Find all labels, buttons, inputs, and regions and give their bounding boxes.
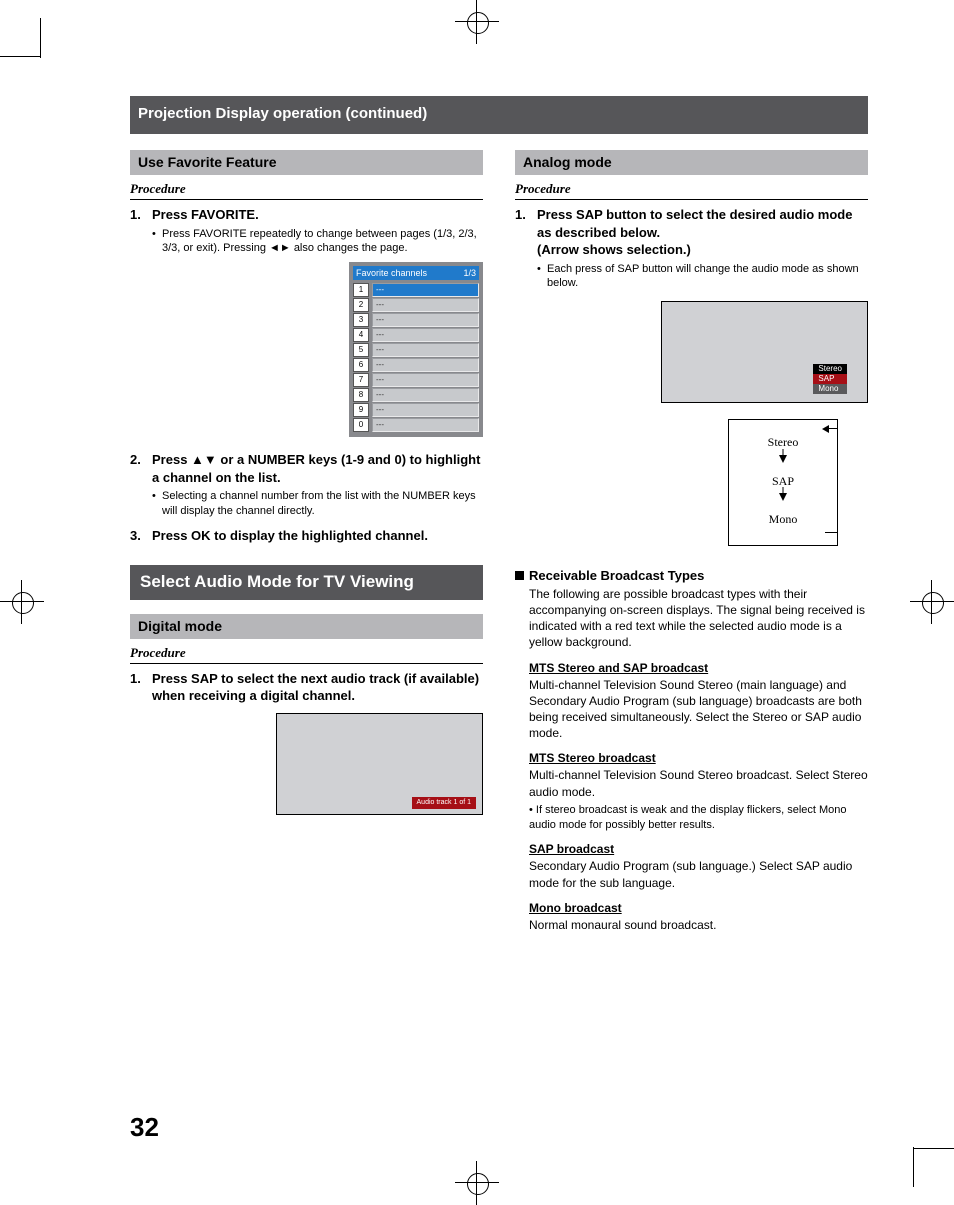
arrow-down-icon — [739, 455, 827, 469]
digital-heading: Digital mode — [130, 614, 483, 639]
audio-section-title: Select Audio Mode for TV Viewing — [130, 565, 483, 600]
favorite-heading: Use Favorite Feature — [130, 150, 483, 175]
audio-track-badge: Audio track 1 of 1 — [412, 797, 476, 808]
step-1-note: Press FAVORITE repeatedly to change betw… — [152, 227, 483, 257]
page-number: 32 — [130, 1112, 159, 1143]
broadcast-item-title: Mono broadcast — [529, 901, 868, 915]
analog-osd: Stereo SAP Mono — [661, 301, 868, 403]
step-2-title: Press ▲▼ or a NUMBER keys (1-9 and 0) to… — [152, 452, 480, 485]
arrow-down-icon — [739, 493, 827, 507]
procedure-label: Procedure — [130, 181, 483, 200]
square-bullet-icon — [515, 571, 524, 580]
osd-mode-mono: Mono — [813, 384, 847, 394]
broadcast-intro: The following are possible broadcast typ… — [529, 586, 868, 651]
broadcast-item-title: SAP broadcast — [529, 842, 868, 856]
digital-step-1: Press SAP to select the next audio track… — [152, 671, 479, 704]
broadcast-types-heading: Receivable Broadcast Types — [515, 568, 868, 583]
flow-mono: Mono — [739, 511, 827, 527]
broadcast-item-text: Normal monaural sound broadcast. — [529, 917, 868, 933]
step-2-note: Selecting a channel number from the list… — [152, 489, 483, 519]
broadcast-item-title: MTS Stereo broadcast — [529, 751, 868, 765]
favorite-channels-osd: Favorite channels 1/3 1--- 2--- 3--- 4--… — [349, 262, 483, 437]
page-header: Projection Display operation (continued) — [130, 96, 868, 134]
step-3-title: Press OK to display the highlighted chan… — [152, 528, 428, 543]
broadcast-item-text: Multi-channel Television Sound Stereo br… — [529, 767, 868, 832]
step-1-title: Press FAVORITE. — [152, 207, 259, 222]
osd-mode-sap: SAP — [813, 374, 847, 384]
broadcast-item-text: Secondary Audio Program (sub language.) … — [529, 858, 868, 890]
digital-osd: Audio track 1 of 1 — [276, 713, 483, 815]
analog-step-1: Press SAP button to select the desired a… — [537, 207, 852, 257]
broadcast-item-title: MTS Stereo and SAP broadcast — [529, 661, 868, 675]
procedure-label: Procedure — [515, 181, 868, 200]
broadcast-item-text: Multi-channel Television Sound Stereo (m… — [529, 677, 868, 742]
analog-heading: Analog mode — [515, 150, 868, 175]
osd-page: 1/3 — [463, 267, 476, 279]
analog-step-1-note: Each press of SAP button will change the… — [537, 262, 868, 292]
osd-title: Favorite channels — [356, 267, 427, 279]
osd-mode-stereo: Stereo — [813, 364, 847, 374]
procedure-label: Procedure — [130, 645, 483, 664]
mode-cycle-diagram: Stereo SAP Mono — [728, 419, 838, 546]
